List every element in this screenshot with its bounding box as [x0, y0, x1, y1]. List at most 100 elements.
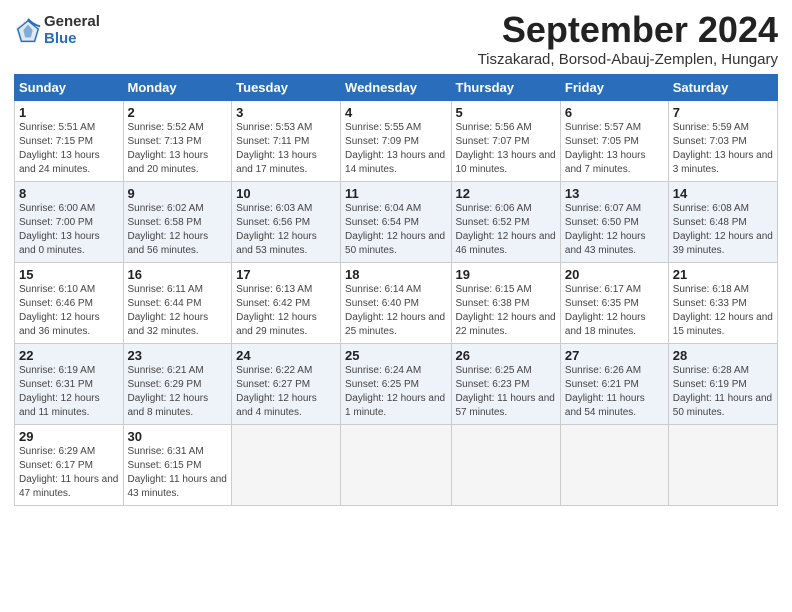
day-number: 24	[236, 348, 336, 363]
day-info: Sunrise: 6:26 AMSunset: 6:21 PMDaylight:…	[565, 364, 664, 420]
day-info: Sunrise: 6:07 AMSunset: 6:50 PMDaylight:…	[565, 202, 664, 258]
day-number: 20	[565, 267, 664, 282]
day-number: 6	[565, 105, 664, 120]
table-row: 2Sunrise: 5:52 AMSunset: 7:13 PMDaylight…	[123, 100, 232, 181]
day-number: 4	[345, 105, 446, 120]
day-number: 17	[236, 267, 336, 282]
day-number: 18	[345, 267, 446, 282]
table-row: 27Sunrise: 6:26 AMSunset: 6:21 PMDayligh…	[560, 343, 668, 424]
day-number: 13	[565, 186, 664, 201]
table-row: 12Sunrise: 6:06 AMSunset: 6:52 PMDayligh…	[451, 181, 560, 262]
table-row: 9Sunrise: 6:02 AMSunset: 6:58 PMDaylight…	[123, 181, 232, 262]
table-row: 3Sunrise: 5:53 AMSunset: 7:11 PMDaylight…	[232, 100, 341, 181]
day-number: 9	[128, 186, 228, 201]
col-sunday: Sunday	[15, 74, 124, 100]
table-row: 23Sunrise: 6:21 AMSunset: 6:29 PMDayligh…	[123, 343, 232, 424]
table-row: 21Sunrise: 6:18 AMSunset: 6:33 PMDayligh…	[668, 262, 777, 343]
calendar-header-row: Sunday Monday Tuesday Wednesday Thursday…	[15, 74, 778, 100]
day-info: Sunrise: 6:13 AMSunset: 6:42 PMDaylight:…	[236, 283, 336, 339]
day-number: 11	[345, 186, 446, 201]
table-row: 13Sunrise: 6:07 AMSunset: 6:50 PMDayligh…	[560, 181, 668, 262]
day-number: 22	[19, 348, 119, 363]
table-row: 26Sunrise: 6:25 AMSunset: 6:23 PMDayligh…	[451, 343, 560, 424]
calendar-row: 29Sunrise: 6:29 AMSunset: 6:17 PMDayligh…	[15, 424, 778, 505]
day-number: 25	[345, 348, 446, 363]
day-number: 23	[128, 348, 228, 363]
day-info: Sunrise: 5:52 AMSunset: 7:13 PMDaylight:…	[128, 121, 228, 177]
day-info: Sunrise: 6:14 AMSunset: 6:40 PMDaylight:…	[345, 283, 446, 339]
day-info: Sunrise: 6:06 AMSunset: 6:52 PMDaylight:…	[456, 202, 556, 258]
table-row: 8Sunrise: 6:00 AMSunset: 7:00 PMDaylight…	[15, 181, 124, 262]
calendar-table: Sunday Monday Tuesday Wednesday Thursday…	[14, 74, 778, 506]
day-info: Sunrise: 6:31 AMSunset: 6:15 PMDaylight:…	[128, 445, 228, 501]
calendar-row: 1Sunrise: 5:51 AMSunset: 7:15 PMDaylight…	[15, 100, 778, 181]
day-number: 5	[456, 105, 556, 120]
day-info: Sunrise: 6:15 AMSunset: 6:38 PMDaylight:…	[456, 283, 556, 339]
table-row: 4Sunrise: 5:55 AMSunset: 7:09 PMDaylight…	[341, 100, 451, 181]
day-number: 21	[673, 267, 773, 282]
day-info: Sunrise: 6:00 AMSunset: 7:00 PMDaylight:…	[19, 202, 119, 258]
day-info: Sunrise: 6:24 AMSunset: 6:25 PMDaylight:…	[345, 364, 446, 420]
day-info: Sunrise: 6:21 AMSunset: 6:29 PMDaylight:…	[128, 364, 228, 420]
day-info: Sunrise: 6:29 AMSunset: 6:17 PMDaylight:…	[19, 445, 119, 501]
day-number: 15	[19, 267, 119, 282]
day-info: Sunrise: 5:56 AMSunset: 7:07 PMDaylight:…	[456, 121, 556, 177]
logo-text: General Blue	[44, 14, 100, 47]
table-row: 19Sunrise: 6:15 AMSunset: 6:38 PMDayligh…	[451, 262, 560, 343]
day-info: Sunrise: 6:22 AMSunset: 6:27 PMDaylight:…	[236, 364, 336, 420]
logo-general: General	[44, 14, 100, 31]
table-row: 20Sunrise: 6:17 AMSunset: 6:35 PMDayligh…	[560, 262, 668, 343]
day-number: 7	[673, 105, 773, 120]
calendar-row: 8Sunrise: 6:00 AMSunset: 7:00 PMDaylight…	[15, 181, 778, 262]
day-number: 16	[128, 267, 228, 282]
day-info: Sunrise: 6:10 AMSunset: 6:46 PMDaylight:…	[19, 283, 119, 339]
day-info: Sunrise: 6:19 AMSunset: 6:31 PMDaylight:…	[19, 364, 119, 420]
day-number: 28	[673, 348, 773, 363]
day-number: 26	[456, 348, 556, 363]
day-number: 30	[128, 429, 228, 444]
table-row: 16Sunrise: 6:11 AMSunset: 6:44 PMDayligh…	[123, 262, 232, 343]
calendar-row: 22Sunrise: 6:19 AMSunset: 6:31 PMDayligh…	[15, 343, 778, 424]
day-info: Sunrise: 5:51 AMSunset: 7:15 PMDaylight:…	[19, 121, 119, 177]
table-row: 15Sunrise: 6:10 AMSunset: 6:46 PMDayligh…	[15, 262, 124, 343]
table-row: 22Sunrise: 6:19 AMSunset: 6:31 PMDayligh…	[15, 343, 124, 424]
day-number: 8	[19, 186, 119, 201]
day-info: Sunrise: 5:59 AMSunset: 7:03 PMDaylight:…	[673, 121, 773, 177]
day-info: Sunrise: 5:55 AMSunset: 7:09 PMDaylight:…	[345, 121, 446, 177]
table-row	[341, 424, 451, 505]
table-row	[232, 424, 341, 505]
table-row: 10Sunrise: 6:03 AMSunset: 6:56 PMDayligh…	[232, 181, 341, 262]
page-container: General Blue September 2024 Tiszakarad, …	[0, 0, 792, 514]
table-row: 11Sunrise: 6:04 AMSunset: 6:54 PMDayligh…	[341, 181, 451, 262]
day-info: Sunrise: 6:25 AMSunset: 6:23 PMDaylight:…	[456, 364, 556, 420]
table-row: 24Sunrise: 6:22 AMSunset: 6:27 PMDayligh…	[232, 343, 341, 424]
day-number: 12	[456, 186, 556, 201]
header: General Blue September 2024 Tiszakarad, …	[14, 10, 778, 68]
table-row: 30Sunrise: 6:31 AMSunset: 6:15 PMDayligh…	[123, 424, 232, 505]
col-saturday: Saturday	[668, 74, 777, 100]
day-number: 10	[236, 186, 336, 201]
day-number: 27	[565, 348, 664, 363]
logo: General Blue	[14, 14, 100, 47]
table-row: 14Sunrise: 6:08 AMSunset: 6:48 PMDayligh…	[668, 181, 777, 262]
day-info: Sunrise: 6:02 AMSunset: 6:58 PMDaylight:…	[128, 202, 228, 258]
table-row	[560, 424, 668, 505]
col-thursday: Thursday	[451, 74, 560, 100]
col-friday: Friday	[560, 74, 668, 100]
day-number: 14	[673, 186, 773, 201]
day-number: 19	[456, 267, 556, 282]
day-info: Sunrise: 5:57 AMSunset: 7:05 PMDaylight:…	[565, 121, 664, 177]
day-info: Sunrise: 6:04 AMSunset: 6:54 PMDaylight:…	[345, 202, 446, 258]
logo-icon	[14, 17, 42, 45]
day-number: 29	[19, 429, 119, 444]
table-row: 17Sunrise: 6:13 AMSunset: 6:42 PMDayligh…	[232, 262, 341, 343]
day-info: Sunrise: 6:08 AMSunset: 6:48 PMDaylight:…	[673, 202, 773, 258]
table-row: 28Sunrise: 6:28 AMSunset: 6:19 PMDayligh…	[668, 343, 777, 424]
col-wednesday: Wednesday	[341, 74, 451, 100]
day-info: Sunrise: 6:11 AMSunset: 6:44 PMDaylight:…	[128, 283, 228, 339]
table-row: 29Sunrise: 6:29 AMSunset: 6:17 PMDayligh…	[15, 424, 124, 505]
table-row: 7Sunrise: 5:59 AMSunset: 7:03 PMDaylight…	[668, 100, 777, 181]
title-block: September 2024 Tiszakarad, Borsod-Abauj-…	[478, 10, 778, 68]
month-title: September 2024	[478, 10, 778, 50]
day-info: Sunrise: 6:03 AMSunset: 6:56 PMDaylight:…	[236, 202, 336, 258]
